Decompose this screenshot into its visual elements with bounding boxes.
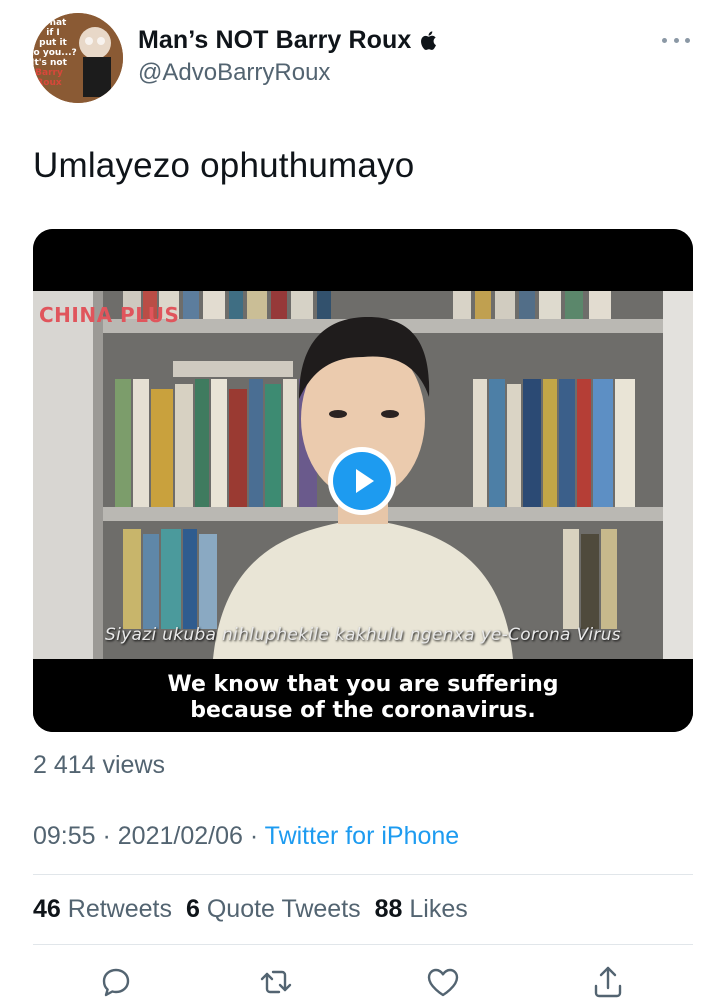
play-icon — [333, 452, 391, 510]
quotes-label: Quote Tweets — [206, 895, 361, 923]
view-count: 2 414 views — [33, 751, 166, 779]
avatar-caption-line: put it — [39, 38, 67, 48]
share-icon — [594, 966, 622, 998]
video-player[interactable]: CHINA PLUS Siyazi ukuba nihluphekile kak… — [33, 229, 693, 732]
quote-tweets-stat[interactable]: 6 Quote Tweets — [186, 895, 361, 924]
more-options-icon[interactable] — [662, 30, 690, 50]
apple-icon — [421, 31, 437, 50]
like-button[interactable] — [423, 962, 463, 1002]
retweet-icon — [260, 970, 292, 994]
subtitle-english-line-1: We know that you are suffering — [167, 672, 559, 697]
likes-label: Likes — [409, 895, 468, 923]
likes-count: 88 — [374, 895, 403, 923]
subtitle-native: Siyazi ukuba nihluphekile kakhulu ngenxa… — [105, 625, 621, 645]
meta-separator: · — [242, 822, 265, 850]
display-name[interactable]: Man’s NOT Barry Roux — [138, 26, 437, 55]
tweet-date[interactable]: 2021/02/06 — [118, 822, 243, 850]
divider — [33, 874, 693, 875]
like-icon — [427, 968, 459, 997]
retweets-count: 46 — [33, 895, 61, 923]
dot — [685, 37, 690, 43]
retweets-label: Retweets — [67, 895, 172, 923]
avatar-caption-line: Barry — [35, 68, 63, 78]
avatar-image: Whatif Iput itto you...?It's notBarryRou… — [33, 13, 123, 103]
share-button[interactable] — [588, 962, 628, 1002]
subtitle-english-line-2: because of the coronavirus. — [190, 698, 536, 723]
meta-separator: · — [95, 822, 118, 850]
subtitle-english: We know that you are suffering because o… — [33, 672, 693, 724]
reply-button[interactable] — [96, 962, 136, 1002]
dot — [673, 37, 679, 43]
handle[interactable]: @AdvoBarryRoux — [138, 59, 437, 87]
tweet-time[interactable]: 09:55 — [33, 822, 96, 850]
tweet-stats: 46 Retweets 6 Quote Tweets 88 Likes — [33, 895, 468, 924]
tweet-actions — [0, 962, 720, 1002]
retweet-button[interactable] — [256, 962, 296, 1002]
avatar-caption-line: It's not — [33, 58, 68, 68]
avatar-caption-line: to you...? — [33, 48, 77, 58]
tweet-text: Umlayezo ophuthumayo — [33, 146, 415, 185]
tweet-source-link[interactable]: Twitter for iPhone — [265, 822, 460, 850]
reply-icon — [102, 968, 130, 997]
avatar-caption-line: Roux — [36, 78, 62, 88]
avatar[interactable]: What if Iput it to you...? It's not Barry Rou… — [33, 13, 123, 103]
quotes-count: 6 — [185, 895, 200, 923]
likes-stat[interactable]: 88 Likes — [375, 895, 468, 924]
play-button[interactable] — [328, 447, 396, 515]
divider — [33, 944, 693, 945]
channel-brand: CHINA PLUS — [39, 303, 180, 327]
tweet-author[interactable]: Man’s NOT Barry Roux @AdvoBarryRoux — [138, 26, 437, 87]
display-name-text: Man’s NOT Barry Roux — [138, 26, 412, 54]
dot — [662, 37, 667, 43]
avatar-caption-line: What — [40, 18, 67, 28]
retweets-stat[interactable]: 46 Retweets — [33, 895, 172, 924]
avatar-caption-line: if I — [46, 28, 59, 38]
tweet-metadata: 09:55 · 2021/02/06 · Twitter for iPhone — [33, 822, 459, 851]
